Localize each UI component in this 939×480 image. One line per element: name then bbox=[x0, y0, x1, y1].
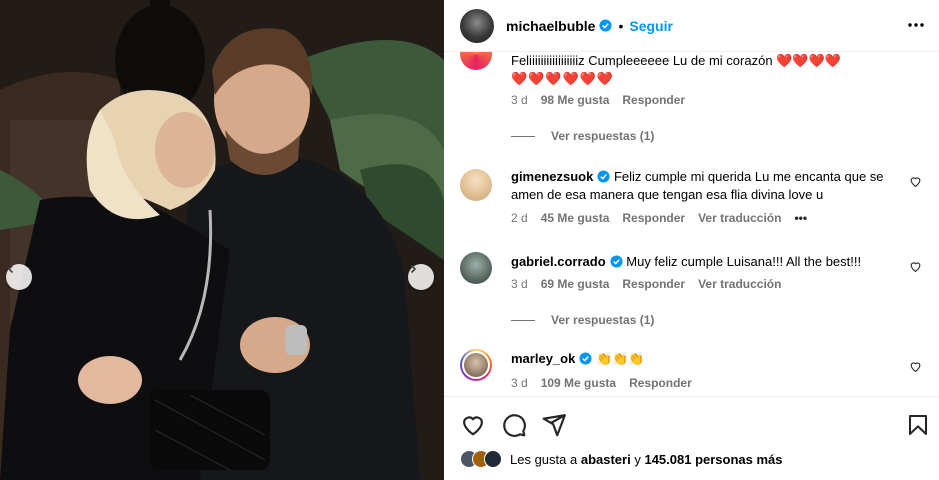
comment-text: gimenezsuok Feliz cumple mi querida Lu m… bbox=[511, 168, 911, 204]
comment-text: gabriel.corrado Muy feliz cumple Luisana… bbox=[511, 253, 911, 271]
header-separator: • bbox=[618, 17, 624, 34]
likes-count[interactable]: 145.081 personas más bbox=[644, 452, 782, 467]
comments-list[interactable]: Feliiiiiiiiiiiiiiiiiz Cumpleeeeee Lu de … bbox=[444, 52, 939, 396]
comment-more-button[interactable]: ••• bbox=[794, 211, 807, 225]
commenter-username[interactable]: gimenezsuok bbox=[511, 169, 593, 184]
comment-meta: 3 d 69 Me gusta Responder Ver traducción bbox=[511, 277, 781, 291]
view-replies-button[interactable]: Ver respuestas (1) bbox=[511, 313, 654, 327]
chevron-left-icon bbox=[7, 264, 14, 274]
photo-illustration bbox=[0, 0, 444, 480]
post-header: michaelbuble • Seguir bbox=[444, 0, 939, 52]
more-icon[interactable] bbox=[907, 16, 925, 34]
comment-body-2: ❤️❤️❤️❤️❤️❤️ bbox=[511, 71, 615, 86]
commenter-username[interactable]: gabriel.corrado bbox=[511, 254, 606, 269]
verified-icon bbox=[579, 352, 592, 365]
post-photo[interactable] bbox=[0, 0, 444, 480]
commenter-avatar[interactable] bbox=[460, 252, 492, 284]
comment-likes[interactable]: 98 Me gusta bbox=[541, 93, 610, 107]
commenter-avatar[interactable] bbox=[460, 349, 492, 381]
comment-time: 3 d bbox=[511, 277, 528, 291]
comment-body: Muy feliz cumple Luisana!!! All the best… bbox=[626, 254, 862, 269]
liker-avatar bbox=[484, 450, 502, 468]
heart-icon[interactable] bbox=[909, 360, 922, 373]
replies-line bbox=[511, 319, 535, 321]
actions-bar: Les gusta a abasteri y 145.081 personas … bbox=[444, 396, 939, 480]
comment-time: 3 d bbox=[511, 376, 528, 390]
heart-icon[interactable] bbox=[909, 175, 922, 188]
view-replies-button[interactable]: Ver respuestas (1) bbox=[511, 129, 654, 143]
reply-button[interactable]: Responder bbox=[622, 277, 685, 291]
avatar-image bbox=[462, 351, 490, 379]
commenter-avatar[interactable] bbox=[460, 52, 492, 70]
translate-button[interactable]: Ver traducción bbox=[698, 211, 781, 225]
reply-button[interactable]: Responder bbox=[622, 93, 685, 107]
likes-connector: y bbox=[634, 451, 641, 467]
commenter-username[interactable]: marley_ok bbox=[511, 351, 575, 366]
comment-icon[interactable] bbox=[501, 412, 527, 438]
comment-body: 👏👏👏 bbox=[595, 351, 645, 366]
comment-text: marley_ok 👏👏👏 bbox=[511, 350, 911, 368]
commenter-avatar[interactable] bbox=[460, 169, 492, 201]
follow-button[interactable]: Seguir bbox=[629, 18, 673, 34]
replies-line bbox=[511, 135, 535, 137]
comment-likes[interactable]: 45 Me gusta bbox=[541, 211, 610, 225]
verified-icon bbox=[599, 19, 613, 32]
comment-body: Feliiiiiiiiiiiiiiiiiz Cumpleeeeee Lu de … bbox=[511, 53, 841, 68]
carousel-prev-button[interactable] bbox=[6, 264, 32, 290]
heart-icon[interactable] bbox=[460, 412, 486, 438]
comment-meta: 3 d 98 Me gusta Responder bbox=[511, 93, 685, 107]
heart-icon[interactable] bbox=[909, 260, 922, 273]
comment-text: Feliiiiiiiiiiiiiiiiiz Cumpleeeeee Lu de … bbox=[511, 52, 911, 88]
carousel-next-button[interactable] bbox=[408, 264, 434, 290]
view-replies-label: Ver respuestas (1) bbox=[551, 313, 655, 327]
comment-meta: 3 d 109 Me gusta Responder bbox=[511, 376, 692, 390]
comment-likes[interactable]: 69 Me gusta bbox=[541, 277, 610, 291]
reply-button[interactable]: Responder bbox=[629, 376, 692, 390]
share-icon[interactable] bbox=[541, 412, 567, 438]
liker-avatars bbox=[460, 450, 502, 468]
verified-icon bbox=[597, 170, 610, 183]
author-username[interactable]: michaelbuble bbox=[506, 18, 595, 34]
author-avatar[interactable] bbox=[460, 8, 494, 43]
comment-time: 3 d bbox=[511, 93, 528, 107]
comment-time: 2 d bbox=[511, 211, 528, 225]
post-panel: michaelbuble • Seguir Feliiiiiiiiiiiiiii… bbox=[444, 0, 939, 480]
comment-meta: 2 d 45 Me gusta Responder Ver traducción… bbox=[511, 211, 807, 225]
likes-user[interactable]: abasteri bbox=[581, 452, 631, 467]
bookmark-icon[interactable] bbox=[906, 412, 930, 438]
likes-summary[interactable]: Les gusta a abasteri y 145.081 personas … bbox=[460, 450, 783, 468]
likes-prefix: Les gusta a bbox=[510, 451, 578, 467]
translate-button[interactable]: Ver traducción bbox=[698, 277, 781, 291]
comment-likes[interactable]: 109 Me gusta bbox=[541, 376, 616, 390]
view-replies-label: Ver respuestas (1) bbox=[551, 129, 655, 143]
chevron-right-icon bbox=[410, 264, 417, 274]
verified-icon bbox=[610, 255, 623, 268]
reply-button[interactable]: Responder bbox=[622, 211, 685, 225]
